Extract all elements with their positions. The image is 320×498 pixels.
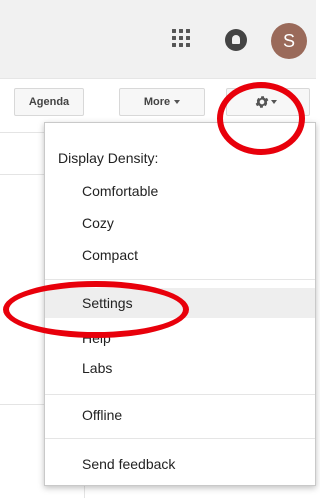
more-button-label: More	[143, 96, 171, 108]
chevron-down-icon	[174, 100, 181, 105]
menu-item-labs[interactable]: Labs	[45, 353, 315, 383]
menu-item-send-feedback[interactable]: Send feedback	[45, 449, 315, 479]
calendar-grid-line	[0, 174, 44, 175]
menu-item-offline[interactable]: Offline	[45, 400, 315, 430]
menu-divider	[45, 438, 315, 439]
agenda-button-label: Agenda	[28, 96, 70, 108]
more-button[interactable]: More	[119, 88, 205, 116]
calendar-grid-line	[0, 132, 44, 133]
top-bar: S	[0, 0, 316, 79]
density-option-comfortable[interactable]: Comfortable	[45, 176, 315, 206]
account-avatar[interactable]: S	[271, 23, 307, 59]
calendar-grid-line	[84, 486, 85, 498]
notifications-icon[interactable]	[225, 29, 247, 51]
annotation-circle-settings	[3, 281, 189, 338]
menu-divider	[45, 279, 315, 280]
menu-divider	[45, 394, 315, 395]
calendar-grid-line	[0, 404, 44, 405]
agenda-button[interactable]: Agenda	[14, 88, 84, 116]
apps-grid-icon[interactable]	[172, 29, 190, 47]
annotation-circle-gear	[217, 82, 305, 155]
density-option-compact[interactable]: Compact	[45, 240, 315, 270]
density-option-cozy[interactable]: Cozy	[45, 208, 315, 238]
